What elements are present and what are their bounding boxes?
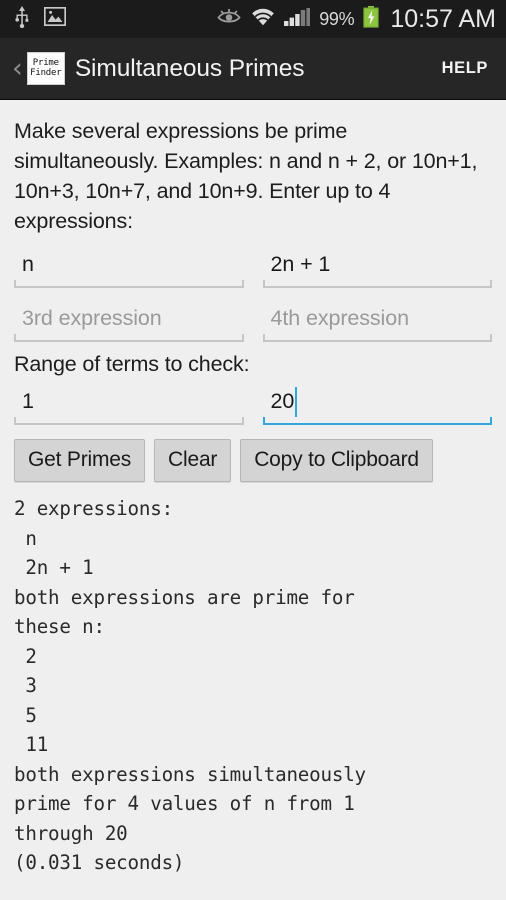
image-icon (43, 6, 67, 31)
app-bar: ‹ Prime Finder Simultaneous Primes HELP (0, 38, 506, 100)
range-to-value: 20 (270, 389, 295, 413)
phone-screen: 99% 10:57 AM ‹ Prime Finder Simultaneous… (0, 0, 506, 900)
expression-1-value: n (22, 252, 34, 276)
status-bar-right-icons: 99% 10:57 AM (217, 5, 496, 34)
app-logo-line-2: Finder (30, 67, 62, 78)
expression-1-underline (14, 280, 244, 288)
intro-text: Make several expressions be prime simult… (14, 119, 478, 233)
clear-button[interactable]: Clear (154, 439, 232, 482)
range-from-value: 1 (22, 389, 34, 413)
app-logo-icon[interactable]: Prime Finder (26, 52, 65, 85)
range-label: Range of terms to check: (14, 352, 250, 376)
range-to-underline (262, 417, 492, 425)
expression-2-underline (262, 280, 492, 288)
expression-1-input[interactable]: n (14, 246, 244, 290)
expression-3-placeholder: 3rd expression (22, 306, 162, 330)
get-primes-button[interactable]: Get Primes (14, 439, 146, 482)
battery-percent-label: 99% (319, 8, 355, 29)
results-output: 2 expressions: n 2n + 1 both expressions… (14, 497, 366, 874)
range-from-underline (14, 417, 244, 425)
expression-3-underline (14, 334, 244, 342)
expression-4-underline (262, 334, 492, 342)
expression-4-placeholder: 4th expression (270, 306, 410, 330)
wifi-icon (251, 8, 275, 31)
copy-to-clipboard-button[interactable]: Copy to Clipboard (240, 439, 433, 482)
back-navigation-icon[interactable]: ‹ (8, 55, 27, 82)
expression-2-value: 2n + 1 (270, 252, 331, 276)
range-to-input[interactable]: 20 (262, 383, 492, 427)
expression-3-input[interactable]: 3rd expression (14, 300, 244, 344)
page-title: Simultaneous Primes (74, 54, 305, 82)
status-bar-left-icons (14, 5, 67, 33)
usb-icon (14, 5, 30, 33)
clock-label: 10:57 AM (390, 4, 496, 33)
expression-2-input[interactable]: 2n + 1 (262, 246, 492, 290)
expression-row-1: n 2n + 1 (14, 246, 492, 290)
range-row: 1 20 (14, 383, 492, 427)
action-button-row: Get Primes Clear Copy to Clipboard (14, 439, 492, 482)
eye-icon (217, 8, 242, 30)
expression-row-2: 3rd expression 4th expression (14, 300, 492, 344)
help-button[interactable]: HELP (428, 49, 490, 88)
text-cursor (295, 387, 298, 417)
expression-4-input[interactable]: 4th expression (262, 300, 492, 344)
range-from-input[interactable]: 1 (14, 383, 244, 427)
battery-charging-icon (363, 5, 380, 33)
main-content: Make several expressions be prime simult… (0, 100, 506, 900)
signal-icon (284, 7, 311, 31)
status-bar: 99% 10:57 AM (0, 0, 506, 38)
